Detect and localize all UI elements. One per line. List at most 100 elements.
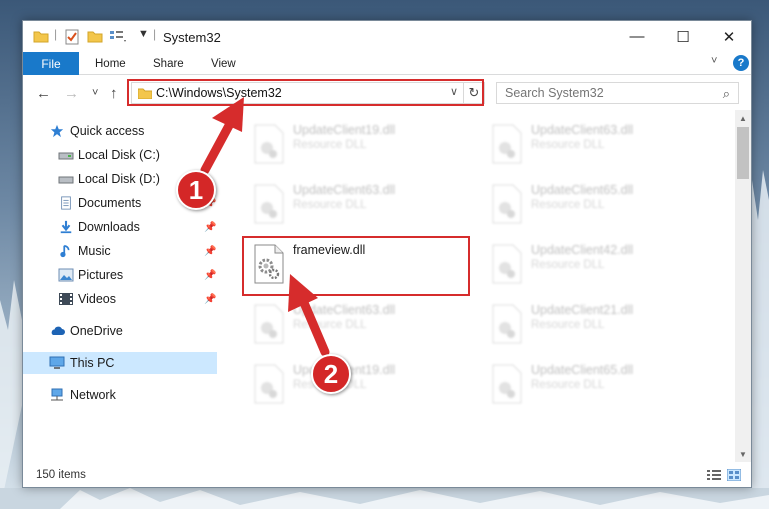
sidebar-item-network[interactable]: Network [23,384,217,406]
close-button[interactable]: ✕ [706,21,752,52]
tab-view[interactable]: View [211,52,236,75]
scroll-up-icon[interactable]: ▲ [735,110,751,126]
large-icons-view-icon[interactable] [727,469,741,481]
pictures-icon [58,268,74,282]
file-name: UpdateClient63.dll [531,123,634,137]
file-item[interactable]: UpdateClient19.dll Resource DLL [245,118,473,172]
dll-file-icon [492,124,522,164]
cloud-icon [51,326,65,335]
sidebar-item-label: Local Disk (C:) [78,148,160,162]
vertical-scrollbar[interactable]: ▲ ▼ [735,110,751,462]
file-name: UpdateClient65.dll [531,363,634,377]
file-name: UpdateClient63.dll [293,183,396,197]
search-box[interactable]: ⌕ [496,82,739,104]
tab-home[interactable]: Home [95,52,126,75]
dll-file-icon [492,184,522,224]
file-name: UpdateClient65.dll [531,183,634,197]
file-type: Resource DLL [293,319,367,331]
drive-icon [58,152,74,160]
separator: | [153,27,157,41]
separator: | [54,27,58,41]
folder-icon [33,31,49,43]
file-item[interactable]: UpdateClient65.dll Resource DLL [483,358,711,412]
file-item[interactable]: UpdateClient21.dll Resource DLL [483,298,711,352]
dll-file-icon [254,364,284,404]
status-bar: 150 items [23,462,751,487]
drive-icon [58,176,74,184]
sidebar-item-label: Pictures [78,268,124,282]
dll-file-icon [492,304,522,344]
documents-icon [61,196,71,210]
sidebar-item-label: OneDrive [70,324,123,338]
sidebar-item-pictures[interactable]: Pictures 📌 [23,264,217,286]
new-folder-icon[interactable] [87,29,103,43]
tab-share[interactable]: Share [153,52,184,75]
search-icon[interactable]: ⌕ [723,86,730,102]
dll-file-icon [492,364,522,404]
music-icon [60,244,70,258]
download-icon [60,220,72,234]
sidebar-item-label: This PC [70,356,115,370]
sidebar-item-label: Documents [78,196,142,210]
sidebar-item-label: Quick access [70,124,145,138]
back-icon[interactable]: ← [36,85,51,102]
step-1-badge: 1 [176,170,216,210]
pin-icon[interactable]: 📌 [204,294,216,305]
file-type: Resource DLL [531,199,605,211]
sidebar-item-label: Local Disk (D:) [78,172,160,186]
file-item[interactable]: UpdateClient19.dll Resource DLL [245,358,473,412]
sidebar-item-onedrive[interactable]: OneDrive [23,320,217,342]
file-name: UpdateClient21.dll [531,303,634,317]
sidebar-item-local-disk-c[interactable]: Local Disk (C:) [23,144,217,166]
file-highlight-box [242,236,470,296]
sidebar-item-downloads[interactable]: Downloads 📌 [23,216,217,238]
file-type: Resource DLL [293,199,367,211]
expand-ribbon-icon[interactable]: ˅ [711,55,717,67]
help-icon[interactable]: ? [733,55,749,71]
file-item[interactable]: UpdateClient63.dll Resource DLL [483,118,711,172]
file-item[interactable]: UpdateClient65.dll Resource DLL [483,178,711,232]
sidebar-item-videos[interactable]: Videos 📌 [23,288,217,310]
ribbon-tabs: File Home Share View ˅ ? [23,52,751,75]
quick-access-dropdown-icon[interactable]: ▼ [138,28,149,40]
videos-icon [59,293,73,305]
recent-locations-icon[interactable]: ˅ [92,87,98,99]
customize-quick-access-icon[interactable] [109,29,127,43]
file-type: Resource DLL [531,259,605,271]
navigation-pane: Quick access Local Disk (C:) Local Disk … [23,110,219,462]
item-count: 150 items [36,469,86,481]
minimize-icon: — [629,28,645,45]
file-item[interactable]: UpdateClient42.dll Resource DLL [483,238,711,292]
sidebar-item-label: Downloads [78,220,140,234]
pin-icon[interactable]: 📌 [204,222,216,233]
sidebar-item-quick-access[interactable]: Quick access [23,120,217,142]
up-icon[interactable]: ↑ [110,85,118,102]
pin-icon[interactable]: 📌 [204,270,216,281]
sidebar-item-music[interactable]: Music 📌 [23,240,217,262]
network-icon [51,388,63,401]
sidebar-item-this-pc[interactable]: This PC [23,352,217,374]
properties-icon[interactable] [65,29,79,45]
maximize-icon: ☐ [676,28,690,46]
file-type: Resource DLL [293,139,367,151]
file-item[interactable]: UpdateClient63.dll Resource DLL [245,178,473,232]
dll-file-icon [254,184,284,224]
scrollbar-thumb[interactable] [737,127,749,179]
details-view-icon[interactable] [707,469,721,481]
file-name: UpdateClient19.dll [293,123,396,137]
sidebar-item-label: Videos [78,292,116,306]
scroll-down-icon[interactable]: ▼ [735,446,751,462]
maximize-button[interactable]: ☐ [660,21,706,52]
file-name: UpdateClient42.dll [531,243,634,257]
pin-icon[interactable]: 📌 [204,246,216,257]
sidebar-item-label: Network [70,388,116,402]
tab-file[interactable]: File [23,52,79,75]
minimize-button[interactable]: — [614,21,660,52]
dll-file-icon [492,244,522,284]
file-item[interactable]: UpdateClient63.dll Resource DLL [245,298,473,352]
search-input[interactable] [505,86,705,100]
file-type: Resource DLL [531,319,605,331]
window-title: System32 [163,30,221,45]
dll-file-icon [254,304,284,344]
forward-icon[interactable]: → [64,85,79,102]
